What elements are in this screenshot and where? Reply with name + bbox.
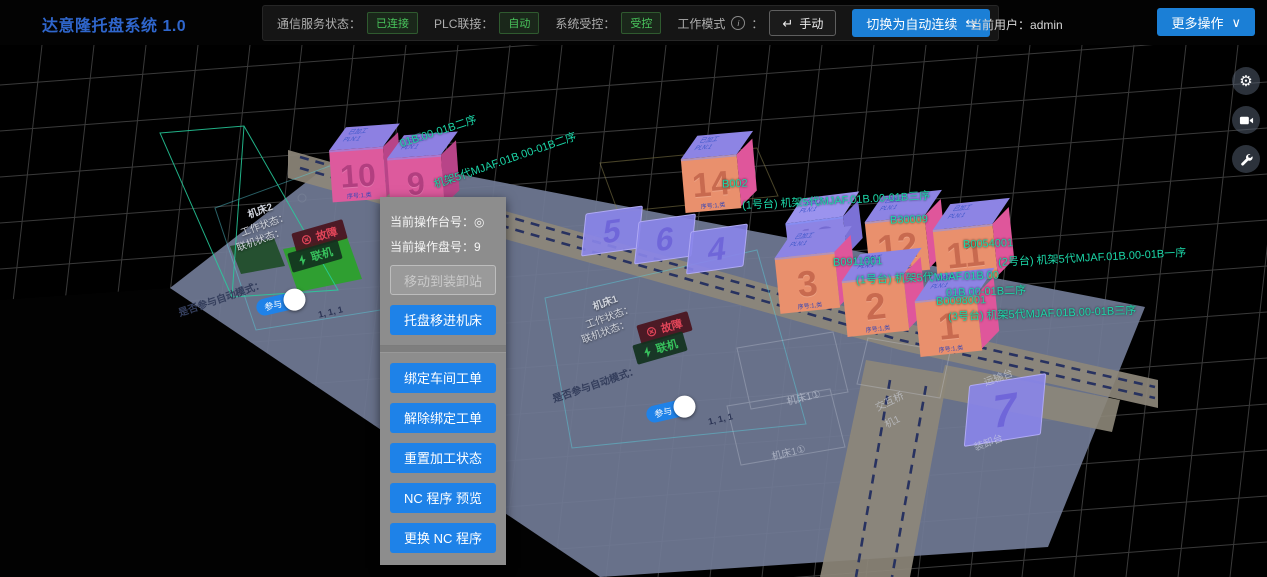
camera-icon bbox=[1239, 113, 1254, 128]
pallet-context-menu: 当前操作台号：◎ 当前操作盘号：9 移动到装卸站 托盘移进机床 绑定车间工单 解… bbox=[380, 197, 506, 565]
settings-button[interactable]: ⚙ bbox=[1232, 67, 1260, 95]
current-user-value: admin bbox=[1030, 18, 1063, 32]
move-to-load-station-button[interactable]: 移动到装卸站 bbox=[390, 265, 496, 295]
link-icon bbox=[641, 345, 653, 358]
work-mode-label: 工作模式 bbox=[677, 15, 725, 32]
cube-front-face: 10序号:1,类 bbox=[329, 147, 386, 203]
tools-button[interactable] bbox=[1232, 145, 1260, 173]
move-pallet-into-machine-button[interactable]: 托盘移进机床 bbox=[390, 305, 496, 335]
reset-machining-state-button[interactable]: 重置加工状态 bbox=[390, 443, 496, 473]
comm-status-badge: 已连接 bbox=[367, 12, 418, 34]
order-code-label: B002 bbox=[722, 178, 748, 191]
tile-number: 5 bbox=[601, 211, 623, 251]
switch-auto-label: 切换为自动连续 bbox=[866, 14, 957, 33]
bind-work-order-button[interactable]: 绑定车间工单 bbox=[390, 363, 496, 393]
more-actions-button[interactable]: 更多操作 ∨ bbox=[1157, 8, 1255, 36]
comm-status-label: 通信服务状态： bbox=[277, 15, 361, 32]
plc-status-badge: 自动 bbox=[499, 12, 539, 34]
order-code-label: B0911001 bbox=[833, 255, 883, 269]
online-status-badge-label: 联机 bbox=[309, 243, 335, 264]
link-icon bbox=[296, 253, 308, 266]
station-number-value: ◎ bbox=[474, 215, 484, 229]
cube-top-text: 已加工 PLN:1 bbox=[945, 205, 973, 222]
gear-icon: ⚙ bbox=[1239, 72, 1252, 90]
camera-view-button[interactable] bbox=[1232, 106, 1260, 134]
wrench-icon bbox=[1239, 152, 1253, 166]
app-root: 5647已加工 PLN:110序号:1,类已加工 PLN:19序号:1,类已加工… bbox=[0, 0, 1267, 577]
control-status: 系统受控： 受控 bbox=[555, 12, 661, 34]
more-actions-label: 更多操作 bbox=[1171, 13, 1223, 32]
info-icon: i bbox=[731, 16, 745, 30]
pallet-tile-6[interactable]: 6 bbox=[634, 213, 696, 264]
pallet-tile-5[interactable]: 5 bbox=[581, 205, 643, 256]
pallet-tile-4[interactable]: 4 bbox=[686, 223, 748, 274]
control-status-badge: 受控 bbox=[621, 12, 661, 34]
cube-top-text: 已加工 PLN:1 bbox=[787, 233, 815, 250]
order-code-label: B30009 bbox=[890, 213, 928, 226]
manual-mode-label: 手动 bbox=[799, 15, 823, 32]
unbind-work-order-button[interactable]: 解除绑定工单 bbox=[390, 403, 496, 433]
comm-status: 通信服务状态： 已连接 bbox=[277, 12, 418, 34]
work-mode-colon: ： bbox=[751, 15, 763, 32]
scene-3d-viewport[interactable]: 5647已加工 PLN:110序号:1,类已加工 PLN:19序号:1,类已加工… bbox=[0, 0, 1267, 577]
cube-front-face: 3序号:1,类 bbox=[775, 252, 841, 314]
tile-number: 4 bbox=[706, 229, 728, 269]
order-code-label: B0054001 bbox=[963, 237, 1014, 251]
scene-tool-buttons: ⚙ bbox=[1232, 67, 1260, 173]
order-code-label: B0098001 bbox=[936, 294, 987, 308]
enter-icon: ↵ bbox=[782, 17, 793, 30]
control-status-label: 系统受控： bbox=[555, 15, 615, 32]
current-user: 当前用户：admin bbox=[970, 16, 1063, 33]
replace-nc-program-button[interactable]: 更换 NC 程序 bbox=[390, 523, 496, 553]
station-number-label: 当前操作台号： bbox=[390, 215, 474, 229]
menu-divider bbox=[380, 345, 506, 353]
plc-status: PLC联接： 自动 bbox=[434, 12, 539, 34]
current-user-label: 当前用户： bbox=[970, 18, 1030, 32]
work-mode: 工作模式 i ： ↵ 手动 bbox=[677, 10, 836, 36]
manual-mode-button[interactable]: ↵ 手动 bbox=[769, 10, 836, 36]
tile-number: 6 bbox=[654, 219, 676, 259]
online-status-badge-label: 联机 bbox=[654, 335, 680, 356]
cube-top-text: 已加工 PLN:1 bbox=[340, 129, 369, 145]
top-bar: 达意隆托盘系统 1.0 通信服务状态： 已连接 PLC联接： 自动 系统受控： … bbox=[0, 0, 1267, 45]
status-toolbar: 通信服务状态： 已连接 PLC联接： 自动 系统受控： 受控 工作模式 i ： … bbox=[262, 5, 999, 41]
app-title: 达意隆托盘系统 1.0 bbox=[42, 12, 186, 36]
pallet-number-value: 9 bbox=[474, 240, 481, 254]
station-number-row: 当前操作台号：◎ bbox=[390, 213, 496, 230]
chevron-down-icon: ∨ bbox=[1231, 16, 1241, 29]
fault-icon bbox=[645, 326, 657, 338]
pallet-number-row: 当前操作盘号：9 bbox=[390, 238, 496, 255]
nc-program-preview-button[interactable]: NC 程序 预览 bbox=[390, 483, 496, 513]
cube-top-text: 已加工 PLN:1 bbox=[692, 137, 720, 154]
pallet-number-label: 当前操作盘号： bbox=[390, 240, 474, 254]
scene-graphics bbox=[0, 0, 1267, 577]
fault-icon bbox=[300, 234, 312, 246]
plc-status-label: PLC联接： bbox=[434, 15, 493, 32]
